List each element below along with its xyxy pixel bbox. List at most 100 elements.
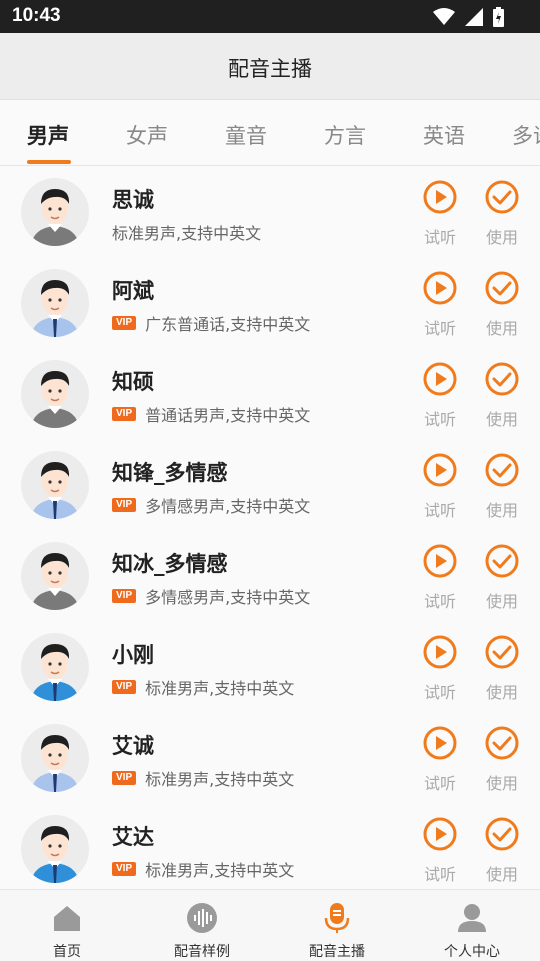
preview-label: 试听 [423,683,456,702]
preview-button[interactable]: 试听 [418,726,462,794]
voice-row[interactable]: 小刚 VIP 标准男声,支持中英文 试听 使用 [0,621,540,712]
voice-description: 标准男声,支持中英文 [145,770,295,789]
use-button[interactable]: 使用 [480,362,524,430]
vip-badge: VIP [112,407,137,421]
avatar-illustration [31,644,79,701]
page-title: 配音主播 [228,57,312,81]
voice-name: 艾达 [112,825,154,849]
voice-name: 小刚 [112,643,154,667]
use-button[interactable]: 使用 [480,453,524,521]
use-label: 使用 [485,683,518,702]
play-circle-icon [423,180,457,214]
voice-list[interactable]: 思诚 标准男声,支持中英文 试听 使用 阿斌 VIP 广东普通话,支持中英文 试听 使用 知硕 VI… [0,166,540,888]
use-button[interactable]: 使用 [480,544,524,612]
voice-avatar [21,178,89,246]
check-circle-icon [485,726,519,760]
tab-child[interactable]: 童音 [225,120,267,150]
preview-label: 试听 [423,228,456,247]
use-label: 使用 [485,774,518,793]
vip-badge: VIP [112,498,137,512]
tab-multilingual[interactable]: 多语 [512,120,540,150]
nav-anchors-label: 配音主播 [309,944,365,960]
preview-button[interactable]: 试听 [418,453,462,521]
preview-label: 试听 [423,410,456,429]
avatar-illustration [31,826,79,883]
category-tabs: 男声 女声 童音 方言 英语 多语 [0,100,540,166]
use-button[interactable]: 使用 [480,271,524,339]
status-bar: 10:43 [0,0,540,33]
person-icon [458,904,486,932]
check-circle-icon [485,453,519,487]
signal-icon [465,8,483,26]
tab-english[interactable]: 英语 [423,120,465,150]
voice-avatar [21,451,89,519]
status-icons [433,7,504,27]
vip-badge: VIP [112,316,137,330]
voice-desc-line: VIP 标准男声,支持中英文 [112,766,294,790]
check-circle-icon [485,544,519,578]
voice-row[interactable]: 艾达 VIP 标准男声,支持中英文 试听 使用 [0,803,540,888]
nav-home[interactable]: 首页 [7,902,127,961]
voice-description: 普通话男声,支持中英文 [145,406,311,425]
voice-desc-line: VIP 标准男声,支持中英文 [112,857,294,881]
check-circle-icon [485,271,519,305]
preview-button[interactable]: 试听 [418,635,462,703]
use-button[interactable]: 使用 [480,180,524,248]
active-tab-indicator [27,160,71,164]
avatar-illustration [31,189,79,246]
soundwave-icon [187,903,217,933]
preview-label: 试听 [423,592,456,611]
voice-row[interactable]: 阿斌 VIP 广东普通话,支持中英文 试听 使用 [0,257,540,348]
play-circle-icon [423,817,457,851]
vip-badge: VIP [112,680,137,694]
preview-label: 试听 [423,774,456,793]
voice-desc-line: VIP 多情感男声,支持中英文 [112,584,310,608]
play-circle-icon [423,453,457,487]
voice-row[interactable]: 知锋_多情感 VIP 多情感男声,支持中英文 试听 使用 [0,439,540,530]
use-button[interactable]: 使用 [480,726,524,794]
nav-home-label: 首页 [53,944,81,960]
avatar-illustration [31,553,79,610]
preview-label: 试听 [423,319,456,338]
voice-name: 知硕 [112,370,154,394]
nav-samples[interactable]: 配音样例 [142,902,262,961]
nav-profile[interactable]: 个人中心 [412,902,532,961]
microphone-icon [324,903,350,933]
voice-desc-line: VIP 标准男声,支持中英文 [112,675,294,699]
tab-female[interactable]: 女声 [126,120,168,150]
preview-button[interactable]: 试听 [418,180,462,248]
avatar-illustration [31,735,79,792]
voice-row[interactable]: 知硕 VIP 普通话男声,支持中英文 试听 使用 [0,348,540,439]
preview-label: 试听 [423,501,456,520]
nav-anchors[interactable]: 配音主播 [277,902,397,961]
play-circle-icon [423,726,457,760]
use-label: 使用 [485,228,518,247]
use-label: 使用 [485,865,518,884]
voice-description: 标准男声,支持中英文 [112,224,262,243]
play-circle-icon [423,635,457,669]
play-circle-icon [423,271,457,305]
voice-avatar [21,815,89,883]
use-label: 使用 [485,319,518,338]
voice-name: 阿斌 [112,279,154,303]
use-label: 使用 [485,501,518,520]
use-button[interactable]: 使用 [480,635,524,703]
voice-description: 标准男声,支持中英文 [145,861,295,880]
check-circle-icon [485,180,519,214]
preview-button[interactable]: 试听 [418,271,462,339]
voice-desc-line: VIP 广东普通话,支持中英文 [112,311,310,335]
home-icon [54,906,80,931]
voice-row[interactable]: 思诚 标准男声,支持中英文 试听 使用 [0,166,540,257]
voice-row[interactable]: 知冰_多情感 VIP 多情感男声,支持中英文 试听 使用 [0,530,540,621]
voice-row[interactable]: 艾诚 VIP 标准男声,支持中英文 试听 使用 [0,712,540,803]
voice-description: 广东普通话,支持中英文 [145,315,311,334]
vip-badge: VIP [112,771,137,785]
tab-dialect[interactable]: 方言 [324,120,366,150]
preview-button[interactable]: 试听 [418,817,462,885]
tab-male[interactable]: 男声 [27,120,69,150]
preview-button[interactable]: 试听 [418,362,462,430]
bottom-nav: 首页 配音样例 配音主播 个人中心 [0,889,540,961]
use-button[interactable]: 使用 [480,817,524,885]
preview-button[interactable]: 试听 [418,544,462,612]
check-circle-icon [485,362,519,396]
